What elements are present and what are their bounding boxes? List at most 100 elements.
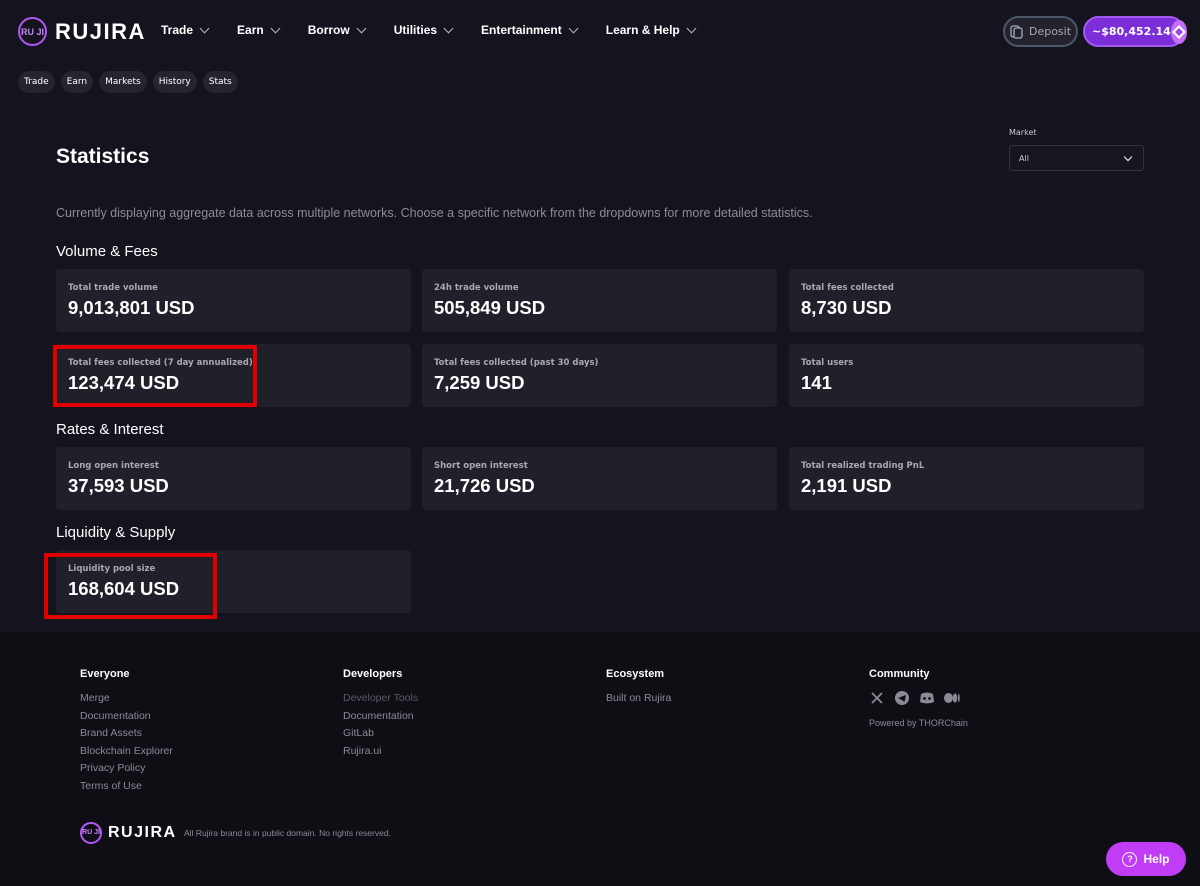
nav-trade[interactable]: Trade [161, 23, 210, 37]
stat-card: Total users 141 [789, 344, 1144, 407]
main-nav: Trade Earn Borrow Utilities Entertainmen… [161, 23, 724, 37]
stat-label: 24h trade volume [434, 283, 519, 293]
sub-nav: Trade Earn Markets History Stats [18, 71, 238, 93]
subnav-stats[interactable]: Stats [202, 71, 238, 93]
subnav-markets[interactable]: Markets [99, 71, 147, 93]
footer-heading: Ecosystem [606, 668, 665, 680]
x-icon[interactable] [869, 690, 885, 706]
telegram-icon[interactable] [894, 690, 910, 706]
stat-label: Total trade volume [68, 283, 158, 293]
chevron-down-icon [443, 23, 454, 33]
footer-heading: Community [869, 668, 930, 680]
top-bar: RU JI RUJIRA Trade Earn Borrow Utilities… [0, 0, 1200, 64]
stat-label: Long open interest [68, 461, 159, 471]
wallet-avatar-icon [1170, 19, 1187, 44]
stat-card: Total fees collected (past 30 days) 7,25… [422, 344, 777, 407]
nav-learn-help-label: Learn & Help [605, 23, 680, 37]
stat-value: 37,593 USD [68, 475, 169, 496]
footer-link-built-on-rujira[interactable]: Built on Rujira [606, 690, 671, 708]
footer-link-merge[interactable]: Merge [80, 690, 173, 708]
footer-link-documentation[interactable]: Documentation [80, 708, 173, 726]
rujira-logo-text: RUJIRA [55, 18, 146, 44]
footer-link-rujira-ui[interactable]: Rujira.ui [343, 743, 418, 761]
stat-value: 505,849 USD [434, 297, 546, 318]
stat-label: Total fees collected [801, 283, 894, 293]
highlight-box [44, 553, 217, 619]
question-icon: ? [1122, 851, 1138, 867]
stat-value: 21,726 USD [434, 475, 535, 496]
chevron-down-icon [270, 23, 281, 33]
stat-value: 7,259 USD [434, 372, 525, 393]
rujira-logo[interactable]: RU JI RUJIRA [18, 17, 146, 46]
stat-card: Total trade volume 9,013,801 USD [56, 269, 411, 332]
nav-utilities-label: Utilities [393, 23, 438, 37]
stat-card: 24h trade volume 505,849 USD [422, 269, 777, 332]
nav-entertainment[interactable]: Entertainment [481, 23, 579, 37]
stat-label: Total users [801, 358, 854, 368]
wallet-balance: ~$80,452.14 [1092, 25, 1171, 38]
nav-earn-label: Earn [237, 23, 264, 37]
footer-column-ecosystem: Ecosystem Built on Rujira [606, 668, 671, 708]
stat-value: 9,013,801 USD [68, 297, 195, 318]
footer-link-blockchain-explorer[interactable]: Blockchain Explorer [80, 743, 173, 761]
stat-card: Short open interest 21,726 USD [422, 447, 777, 510]
page-title: Statistics [56, 145, 150, 168]
highlight-box [53, 345, 257, 407]
section-title-liquidity-supply: Liquidity & Supply [56, 524, 176, 541]
stat-label: Short open interest [434, 461, 528, 471]
nav-borrow-label: Borrow [307, 23, 350, 37]
stat-card: Long open interest 37,593 USD [56, 447, 411, 510]
chevron-down-icon [199, 23, 210, 33]
nav-utilities[interactable]: Utilities [393, 23, 454, 37]
medium-icon[interactable] [944, 690, 960, 706]
market-select-value: All [1019, 153, 1029, 163]
footer-heading: Everyone [80, 668, 130, 680]
section-title-volume-fees: Volume & Fees [56, 243, 158, 260]
footer-link-gitlab[interactable]: GitLab [343, 725, 418, 743]
subnav-trade[interactable]: Trade [18, 71, 55, 93]
social-links [869, 690, 968, 706]
market-label: Market [1009, 128, 1037, 137]
rujira-logo-mark: RU JI [18, 17, 47, 46]
footer-link-terms-of-use[interactable]: Terms of Use [80, 778, 173, 796]
footer: Everyone Merge Documentation Brand Asset… [0, 632, 1200, 886]
footer-link-developer-tools[interactable]: Developer Tools [343, 690, 418, 708]
footer-link-privacy-policy[interactable]: Privacy Policy [80, 760, 173, 778]
stat-label: Total realized trading PnL [801, 461, 925, 471]
chevron-down-icon [686, 23, 697, 33]
footer-logo-mark: RU JI [80, 822, 102, 844]
chevron-down-icon [1123, 152, 1133, 161]
copyright-text: All Rujira brand is in public domain. No… [184, 828, 391, 838]
chevron-down-icon [356, 23, 367, 33]
subnav-earn[interactable]: Earn [60, 71, 94, 93]
powered-by: Powered by THORChain [869, 718, 968, 728]
page-description: Currently displaying aggregate data acro… [56, 206, 813, 220]
market-select[interactable]: All [1009, 145, 1144, 171]
stat-value: 141 [801, 372, 832, 393]
help-button[interactable]: ? Help [1106, 842, 1186, 876]
footer-logo-text: RUJIRA [108, 824, 177, 841]
footer-logo[interactable]: RU JI RUJIRA [80, 822, 177, 844]
stat-card: Total realized trading PnL 2,191 USD [789, 447, 1144, 510]
footer-link-dev-documentation[interactable]: Documentation [343, 708, 418, 726]
wallet-icon [1010, 24, 1023, 39]
footer-heading: Developers [343, 668, 403, 680]
help-label: Help [1143, 852, 1170, 866]
subnav-history[interactable]: History [152, 71, 197, 93]
chevron-down-icon [568, 23, 579, 33]
stat-label: Total fees collected (past 30 days) [434, 358, 599, 368]
footer-link-brand-assets[interactable]: Brand Assets [80, 725, 173, 743]
stat-card: Total fees collected 8,730 USD [789, 269, 1144, 332]
footer-column-developers: Developers Developer Tools Documentation… [343, 668, 418, 760]
footer-column-everyone: Everyone Merge Documentation Brand Asset… [80, 668, 173, 795]
nav-earn[interactable]: Earn [237, 23, 281, 37]
nav-borrow[interactable]: Borrow [307, 23, 367, 37]
discord-icon[interactable] [919, 690, 935, 706]
footer-column-community: Community Powered by THORChain [869, 668, 968, 728]
deposit-button[interactable]: Deposit [1003, 16, 1078, 47]
wallet-balance-button[interactable]: ~$80,452.14 [1083, 16, 1187, 47]
nav-learn-help[interactable]: Learn & Help [605, 23, 697, 37]
deposit-label: Deposit [1028, 25, 1072, 38]
stat-value: 8,730 USD [801, 297, 892, 318]
section-title-rates-interest: Rates & Interest [56, 421, 164, 438]
